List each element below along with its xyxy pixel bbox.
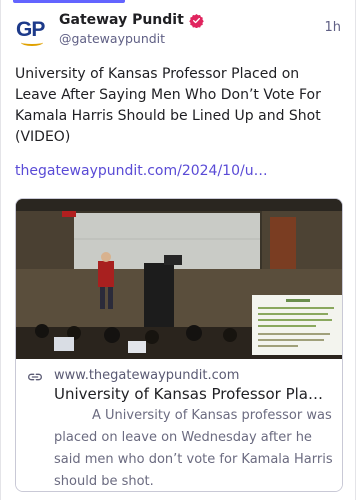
link-preview-domain: www.thegatewaypundit.com [54, 368, 240, 383]
post-text: University of Kansas Professor Placed on… [15, 66, 321, 145]
avatar-logo-swoosh [21, 39, 43, 46]
link-preview-description: A University of Kansas professor was pla… [54, 408, 333, 489]
post-timestamp[interactable]: 1h [324, 20, 341, 35]
display-name[interactable]: Gateway Pundit [59, 12, 184, 28]
name-row: Gateway Pundit [59, 10, 204, 30]
post-header: GP Gateway Pundit @gatewaypundit 1h [15, 10, 341, 50]
account-handle[interactable]: @gatewaypundit [59, 31, 165, 46]
avatar[interactable]: GP [15, 14, 49, 48]
link-preview-title[interactable]: University of Kansas Professor Place… [54, 385, 330, 403]
active-indicator [13, 0, 125, 3]
link-preview-card[interactable]: www.thegatewaypundit.com University of K… [15, 198, 343, 492]
post-card[interactable]: GP Gateway Pundit @gatewaypundit 1h Univ… [0, 0, 356, 500]
post-content: University of Kansas Professor Placed on… [15, 64, 339, 148]
link-preview-image[interactable] [16, 199, 342, 359]
verified-badge-icon [189, 13, 204, 28]
post-link[interactable]: thegatewaypundit.com/2024/10/u… [15, 163, 268, 179]
link-chain-icon [28, 373, 42, 381]
link-preview-meta: www.thegatewaypundit.com University of K… [16, 359, 342, 491]
